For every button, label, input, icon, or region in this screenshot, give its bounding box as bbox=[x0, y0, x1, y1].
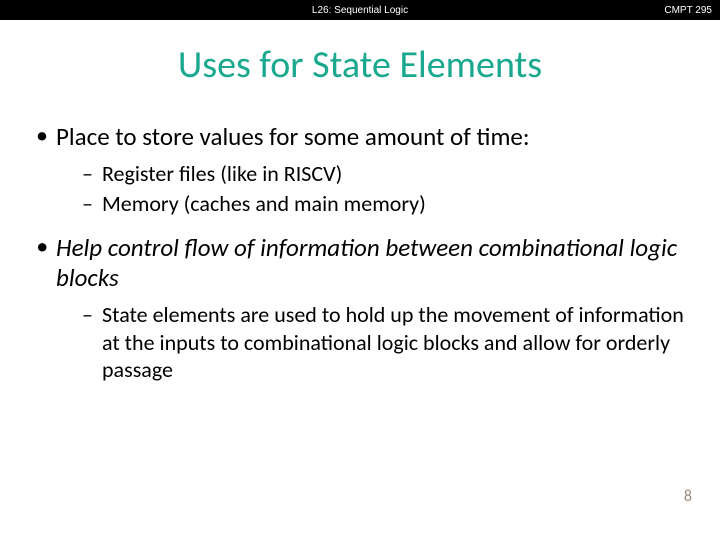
subbullet-memory: Memory (caches and main memory) bbox=[56, 190, 690, 218]
header-course-label: CMPT 295 bbox=[664, 5, 712, 16]
page-number: 8 bbox=[684, 487, 692, 506]
slide-title: Uses for State Elements bbox=[0, 42, 720, 88]
slide: L26: Sequential Logic CMPT 295 Uses for … bbox=[0, 0, 720, 540]
bullet-store-values: Place to store values for some amount of… bbox=[30, 122, 690, 217]
slide-body: Place to store values for some amount of… bbox=[0, 122, 720, 384]
subbullet-register-files: Register files (like in RISCV) bbox=[56, 160, 690, 188]
header-lecture-label: L26: Sequential Logic bbox=[312, 5, 408, 16]
bullet-text: Place to store values for some amount of… bbox=[56, 121, 530, 152]
bullet-control-flow: Help control flow of information between… bbox=[30, 233, 690, 384]
subbullet-state-elements: State elements are used to hold up the m… bbox=[56, 301, 690, 384]
header-bar: L26: Sequential Logic CMPT 295 bbox=[0, 0, 720, 20]
bullet-text: Help control flow of information between… bbox=[56, 232, 677, 293]
